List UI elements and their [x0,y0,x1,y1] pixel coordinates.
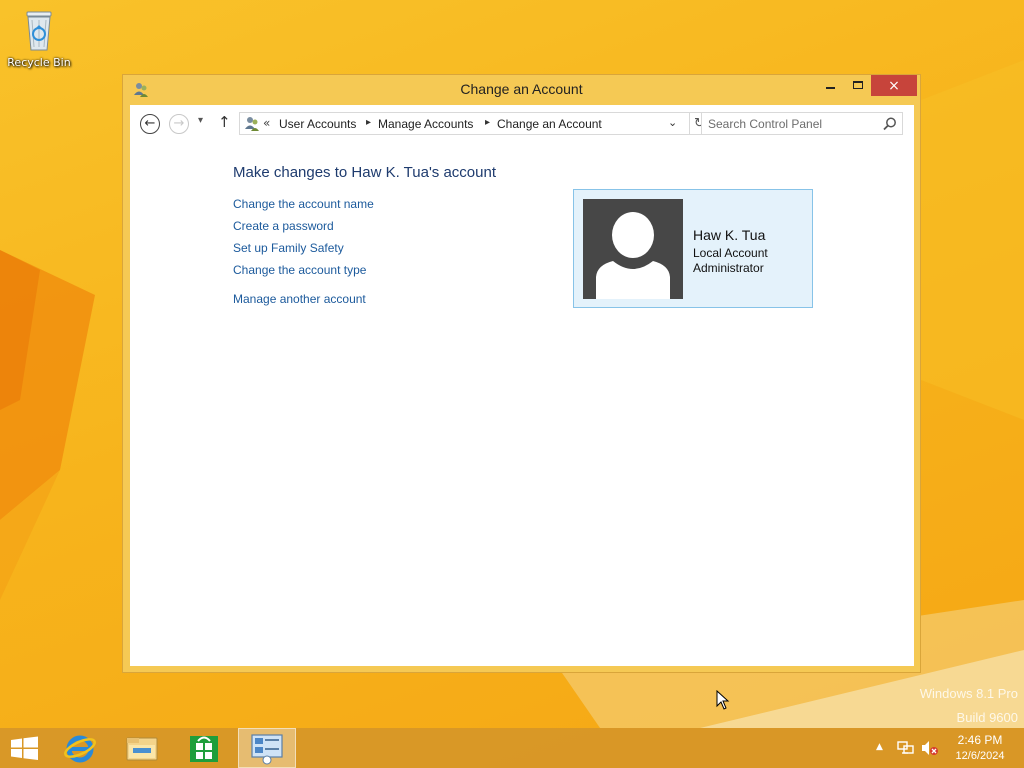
mouse-cursor-icon [716,689,730,714]
start-button[interactable] [0,728,50,768]
store-icon [190,736,218,762]
page-heading: Make changes to Haw K. Tua's account [233,164,497,181]
file-explorer-button[interactable] [114,728,170,768]
control-panel-icon [251,734,283,765]
forward-button[interactable]: → [169,114,189,134]
close-button[interactable]: × [871,75,917,96]
minimize-icon [825,87,835,89]
windows-build-watermark: Build 9600 [956,710,1018,725]
content-area: Make changes to Haw K. Tua's account Cha… [130,143,914,666]
maximize-icon [853,81,863,89]
store-button[interactable] [176,728,232,768]
control-panel-location-icon [243,115,261,133]
user-silhouette-icon [596,212,670,299]
account-type: Local Account [693,246,768,260]
recycle-bin-icon [19,6,59,54]
clock-date[interactable]: 12/6/2024 [948,750,1012,762]
show-hidden-icons-button[interactable]: ▲ [876,742,883,752]
search-input[interactable] [708,116,878,132]
account-name: Haw K. Tua [693,227,766,243]
file-explorer-icon [126,737,158,761]
avatar [583,199,683,299]
title-bar[interactable]: Change an Account × [123,75,920,105]
desktop-icon-recycle-bin[interactable]: Recycle Bin [4,6,74,69]
start-icon [11,736,38,760]
change-account-name-link[interactable]: Change the account name [233,197,374,211]
window-title: Change an Account [460,81,583,97]
minimize-button[interactable] [816,75,844,96]
recent-locations-button[interactable]: ▾ [198,115,203,126]
navigation-bar: ← → ▾ ↑ « User Accounts ▸ Manage Account… [130,105,914,143]
taskbar: ▲ 2:46 PM 12/6/2024 [0,728,1024,768]
windows-version-watermark: Windows 8.1 Pro [919,686,1018,701]
desktop-icon-label: Recycle Bin [7,56,71,69]
address-dropdown-button[interactable]: ⌄ [668,116,677,129]
breadcrumb-user-accounts[interactable]: User Accounts [279,117,356,131]
internet-explorer-icon [64,735,96,763]
account-card: Haw K. Tua Local Account Administrator [573,189,813,308]
search-icon[interactable] [882,116,898,132]
close-icon: × [888,78,900,94]
up-button[interactable]: ↑ [218,113,231,131]
clock-time[interactable]: 2:46 PM [948,733,1012,747]
hidden-locations-chevron[interactable]: « [263,116,270,130]
control-panel-taskbar-button[interactable] [238,728,296,768]
internet-explorer-button[interactable] [52,728,108,768]
account-role: Administrator [693,261,764,275]
breadcrumb-separator[interactable]: ▸ [366,117,371,128]
change-account-type-link[interactable]: Change the account type [233,263,366,277]
create-password-link[interactable]: Create a password [233,219,334,233]
search-box[interactable] [701,112,903,135]
breadcrumb-manage-accounts[interactable]: Manage Accounts [378,117,473,131]
back-button[interactable]: ← [140,114,160,134]
breadcrumb-change-an-account[interactable]: Change an Account [497,117,602,131]
family-safety-link[interactable]: Set up Family Safety [233,241,344,255]
breadcrumb-separator[interactable]: ▸ [485,117,490,128]
volume-muted-icon[interactable] [921,740,939,756]
network-icon[interactable] [897,740,915,756]
address-bar[interactable]: « User Accounts ▸ Manage Accounts ▸ Chan… [239,112,690,135]
manage-another-account-link[interactable]: Manage another account [233,292,366,306]
maximize-button[interactable] [844,75,872,96]
change-account-window: Change an Account × ← → ▾ ↑ « User Accou… [122,74,921,673]
